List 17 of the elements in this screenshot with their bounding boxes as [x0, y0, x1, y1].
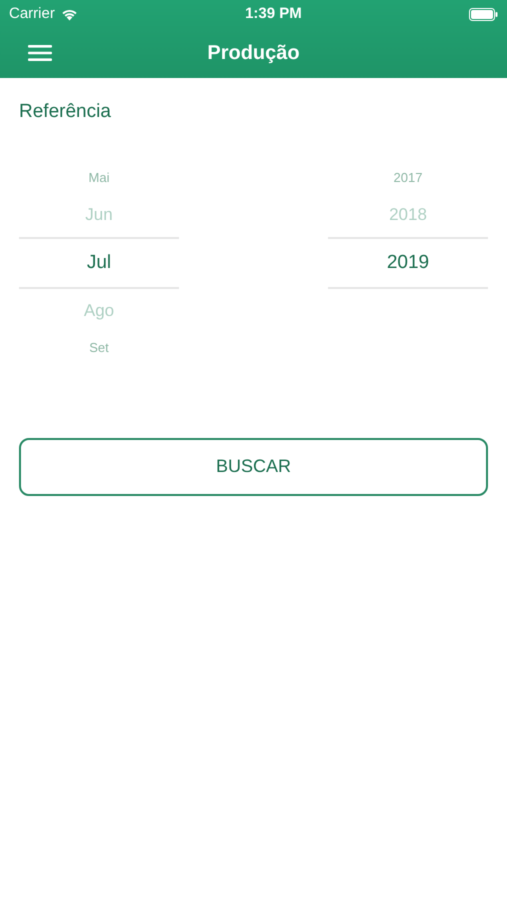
battery-icon: [468, 8, 498, 20]
screen-title: Produção: [207, 41, 300, 66]
picker-option[interactable]: Ago: [84, 302, 114, 319]
carrier-label: Carrier: [9, 4, 55, 24]
picker-option[interactable]: Mai: [88, 171, 110, 184]
picker-option[interactable]: 2019: [386, 253, 430, 272]
section-label: Referência: [19, 101, 111, 122]
picker-option[interactable]: 2017: [394, 171, 422, 184]
menu-button[interactable]: [28, 43, 52, 63]
picker-option[interactable]: Jul: [86, 253, 112, 272]
wifi-icon: [60, 8, 78, 20]
menu-icon: [28, 44, 52, 62]
status-time: 1:39 PM: [245, 4, 302, 24]
picker-option[interactable]: Set: [89, 341, 109, 354]
search-button[interactable]: BUSCAR: [19, 438, 488, 496]
picker-option[interactable]: 2018: [389, 206, 427, 223]
picker-option[interactable]: Jun: [85, 206, 113, 223]
